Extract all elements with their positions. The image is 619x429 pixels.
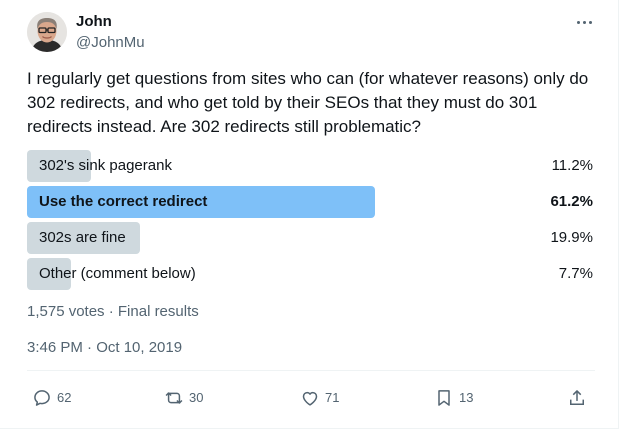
poll-option[interactable]: Other (comment below) 7.7% — [27, 258, 595, 290]
poll-option-percent: 19.9% — [550, 229, 593, 246]
avatar[interactable] — [27, 12, 67, 52]
like-count: 71 — [325, 390, 340, 405]
avatar-image — [27, 12, 67, 52]
tweet-text: I regularly get questions from sites who… — [27, 69, 589, 136]
reply-button[interactable]: 62 — [32, 387, 71, 409]
author-handle[interactable]: @JohnMu — [76, 34, 145, 52]
reply-count: 62 — [57, 390, 72, 405]
bookmark-button[interactable]: 13 — [434, 387, 473, 409]
share-button[interactable] — [567, 387, 587, 409]
poll-option-percent: 7.7% — [558, 265, 593, 282]
divider — [27, 370, 595, 371]
poll-option-label: Other (comment below) — [39, 265, 196, 282]
poll-option-label: Use the correct redirect — [39, 193, 208, 210]
heart-icon — [302, 391, 318, 406]
bookmark-count: 13 — [459, 390, 474, 405]
tweet-timestamp[interactable]: 3:46 PM · Oct 10, 2019 — [27, 339, 182, 357]
repost-icon — [165, 392, 183, 404]
poll-option[interactable]: 302s are fine 19.9% — [27, 222, 595, 254]
poll-option-label: 302s are fine — [39, 229, 126, 246]
tweet-card: John @JohnMu I regularly get questions f… — [0, 0, 619, 429]
author-name[interactable]: John — [76, 13, 112, 31]
poll-option-label: 302's sink pagerank — [39, 157, 172, 174]
repost-count: 30 — [189, 390, 204, 405]
like-button[interactable]: 71 — [300, 387, 339, 409]
more-options-icon[interactable] — [573, 13, 595, 31]
bookmark-icon — [438, 390, 450, 406]
share-icon — [570, 390, 584, 405]
poll-option-percent: 61.2% — [550, 193, 593, 210]
poll-option[interactable]: 302's sink pagerank 11.2% — [27, 150, 595, 182]
repost-button[interactable]: 30 — [164, 387, 203, 409]
poll-option-percent: 11.2% — [551, 157, 593, 174]
poll-summary: 1,575 votes · Final results — [27, 303, 199, 320]
poll-option-winner[interactable]: Use the correct redirect 61.2% — [27, 186, 595, 218]
reply-icon — [34, 390, 50, 406]
